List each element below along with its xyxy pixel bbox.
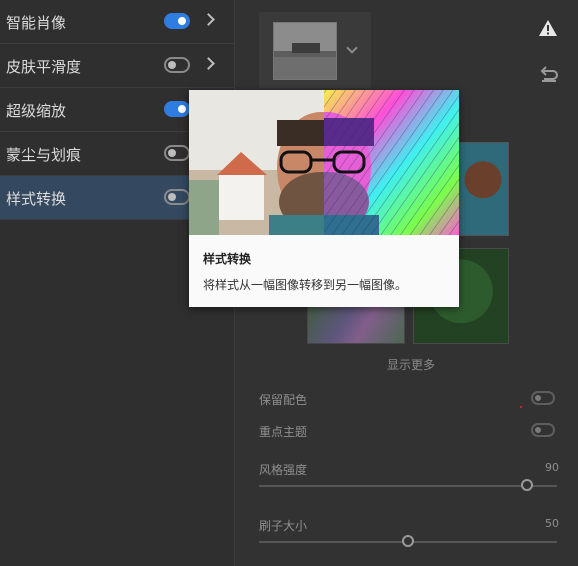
tooltip-title: 样式转换	[203, 252, 252, 266]
style-thumbnail[interactable]	[457, 142, 509, 236]
toggle-icon[interactable]	[164, 57, 190, 73]
toggle-icon[interactable]	[531, 423, 555, 437]
toggle-icon[interactable]	[164, 189, 190, 205]
style-transfer-preview-image	[189, 90, 459, 235]
style-strength-label: 风格强度	[259, 463, 308, 477]
slider-handle[interactable]	[402, 535, 414, 547]
warning-icon[interactable]	[538, 18, 558, 38]
style-strength-value: 90	[545, 461, 559, 474]
filter-label: 超级缩放	[6, 102, 67, 120]
chevron-down-icon[interactable]	[346, 42, 358, 54]
toggle-icon[interactable]	[164, 13, 190, 29]
filter-tooltip: 样式转换 将样式从一幅图像转移到另一幅图像。	[189, 90, 459, 307]
filter-row-skin-smoothing[interactable]: 皮肤平滑度	[0, 44, 234, 88]
filter-label: 智能肖像	[6, 14, 67, 32]
focus-subject-label: 重点主题	[259, 425, 308, 439]
filter-label: 蒙尘与划痕	[6, 146, 82, 164]
chevron-right-icon[interactable]	[202, 57, 215, 70]
toggle-icon[interactable]	[164, 101, 190, 117]
show-more-link[interactable]: 显示更多	[387, 356, 435, 373]
marker-dot	[520, 406, 522, 408]
undo-icon[interactable]	[538, 65, 560, 83]
toggle-icon[interactable]	[531, 391, 555, 405]
slider-handle[interactable]	[521, 479, 534, 491]
style-strength-slider[interactable]	[259, 485, 557, 487]
chevron-right-icon[interactable]	[202, 13, 215, 26]
toggle-icon[interactable]	[164, 145, 190, 161]
preserve-color-label: 保留配色	[259, 393, 308, 407]
brush-size-value: 50	[545, 517, 559, 530]
tooltip-description: 将样式从一幅图像转移到另一幅图像。	[203, 278, 408, 292]
preset-thumbnail	[273, 22, 337, 80]
filter-row-smart-portrait[interactable]: 智能肖像	[0, 0, 234, 44]
preset-selector[interactable]	[259, 12, 371, 88]
brush-size-label: 刷子大小	[259, 519, 308, 533]
filter-label: 样式转换	[6, 190, 67, 208]
filter-label: 皮肤平滑度	[6, 58, 82, 76]
